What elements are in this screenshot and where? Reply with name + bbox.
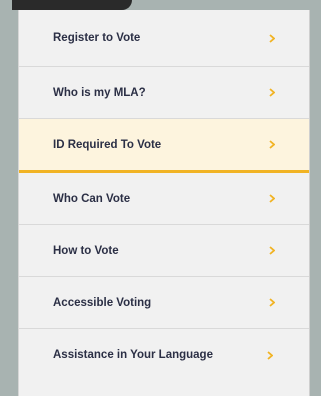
chevron-right-icon (267, 350, 273, 360)
menu-item-register-to-vote[interactable]: Register to Vote (19, 10, 309, 67)
chevron-right-icon (269, 246, 275, 255)
chevron-right-icon (269, 33, 275, 43)
menu-item-who-is-my-mla[interactable]: Who is my MLA? (19, 67, 309, 119)
menu-item-id-required-to-vote[interactable]: ID Required To Vote (19, 119, 309, 173)
menu-item-label: Who is my MLA? (53, 86, 146, 99)
page: { "menu": { "items": [ {"label": "Regist… (0, 0, 321, 396)
menu-item-who-can-vote[interactable]: Who Can Vote (19, 173, 309, 225)
menu-item-label: Who Can Vote (53, 192, 131, 205)
menu-item-label: Register to Vote (53, 32, 141, 44)
top-tab (12, 0, 132, 10)
menu-item-label: ID Required To Vote (53, 138, 162, 151)
side-menu: Register to Vote Who is my MLA? ID Requi… (18, 10, 310, 396)
menu-item-assistance-in-your-language[interactable]: Assistance in Your Language (19, 329, 309, 381)
menu-list: Register to Vote Who is my MLA? ID Requi… (19, 10, 309, 381)
menu-item-how-to-vote[interactable]: How to Vote (19, 225, 309, 277)
menu-item-label: Assistance in Your Language (53, 349, 213, 361)
chevron-right-icon (269, 194, 275, 203)
chevron-right-icon (269, 298, 275, 307)
chevron-right-icon (269, 88, 275, 97)
menu-item-label: How to Vote (53, 244, 119, 257)
menu-item-accessible-voting[interactable]: Accessible Voting (19, 277, 309, 329)
chevron-right-icon (269, 140, 275, 149)
menu-item-label: Accessible Voting (53, 296, 152, 309)
